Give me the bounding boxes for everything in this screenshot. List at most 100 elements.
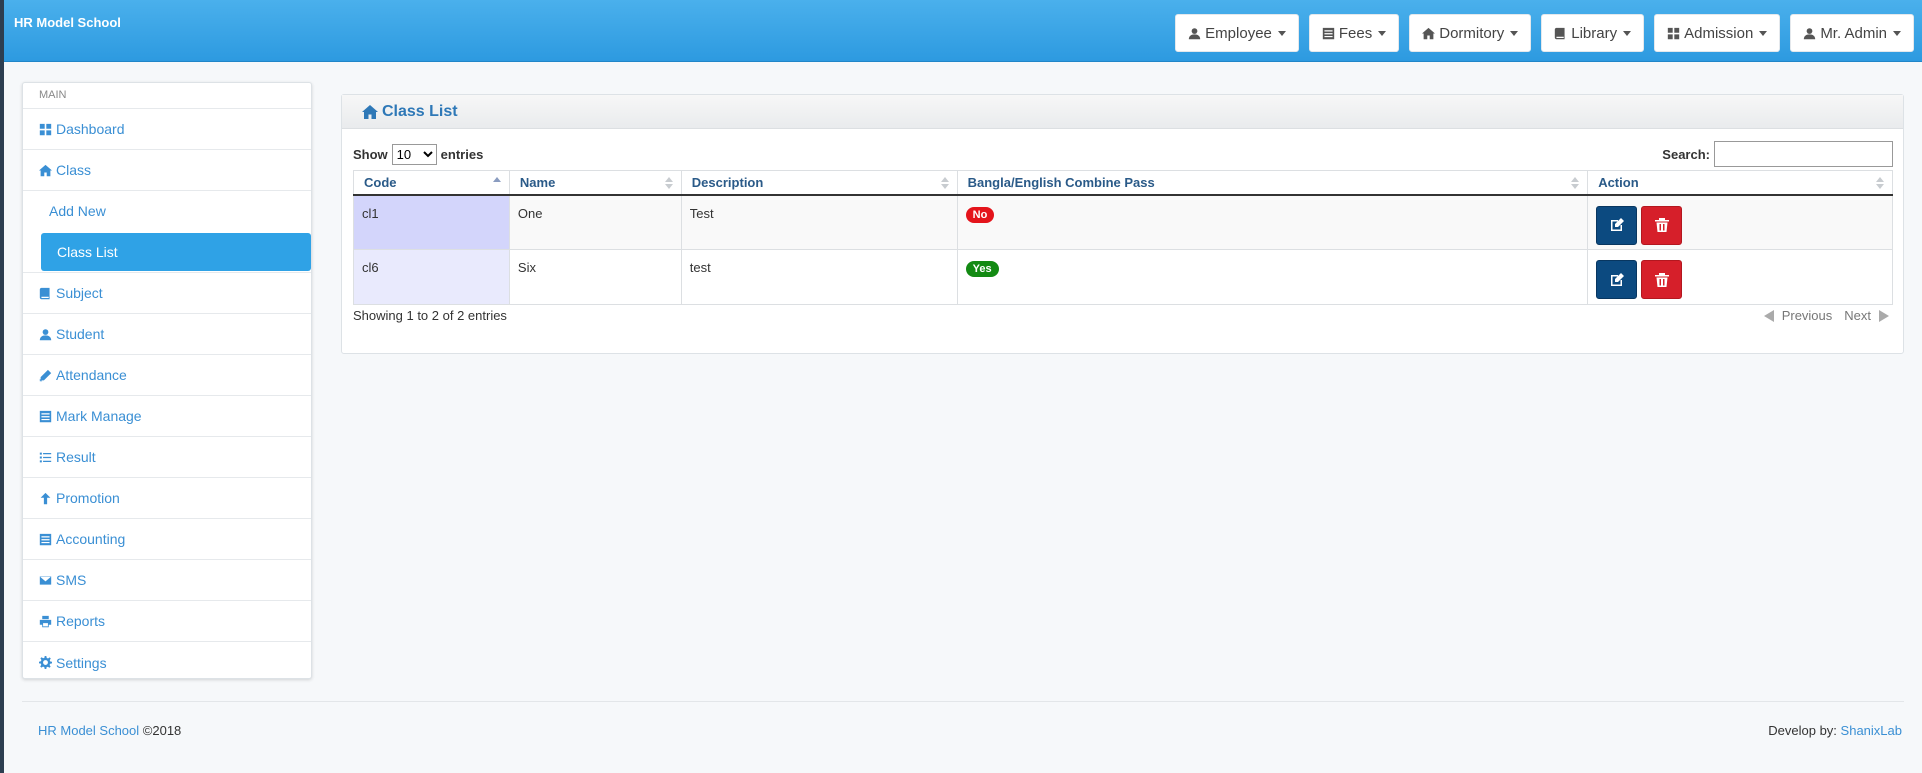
brand-title[interactable]: HR Model School	[14, 15, 121, 30]
sidebar-item-result[interactable]: Result	[23, 437, 311, 478]
trash-icon	[1654, 272, 1669, 287]
pagination: Previous Next	[1763, 308, 1889, 323]
user-icon	[39, 328, 52, 340]
search-label: Search:	[1662, 146, 1710, 162]
trash-icon	[1654, 218, 1669, 232]
nav-dormitory-label: Dormitory	[1439, 24, 1505, 42]
sidebar-item-dashboard[interactable]: Dashboard	[23, 109, 311, 150]
home-icon	[362, 104, 378, 119]
list-icon	[1322, 27, 1335, 39]
footer-develop-label: Develop by:	[1768, 723, 1837, 738]
user-icon	[1188, 27, 1201, 39]
edit-button[interactable]	[1596, 260, 1638, 299]
column-header-action[interactable]: Action	[1587, 170, 1893, 196]
footer-school-link[interactable]: HR Model School	[38, 723, 139, 738]
column-header-description[interactable]: Description	[680, 170, 958, 196]
sidebar-item-accounting[interactable]: Accounting	[23, 519, 311, 560]
next-arrow-icon	[1879, 309, 1889, 322]
nav-dormitory-button[interactable]: Dormitory	[1409, 14, 1532, 52]
nav-fees-button[interactable]: Fees	[1308, 14, 1400, 52]
gear-icon	[39, 656, 52, 669]
sidebar-item-label: Accounting	[56, 531, 126, 547]
sort-asc-icon	[492, 177, 501, 189]
table-header-row: Code Name Description Bangla/English Com…	[353, 170, 1893, 196]
column-label: Name	[519, 174, 556, 190]
sidebar-item-label: Attendance	[56, 367, 127, 383]
panel-header: Class List	[342, 95, 1903, 129]
sidebar-item-subject[interactable]: Subject	[23, 273, 311, 314]
sidebar-item-reports[interactable]: Reports	[23, 601, 311, 642]
sidebar-item-mark-manage[interactable]: Mark Manage	[23, 396, 311, 437]
user-icon	[1804, 27, 1816, 39]
previous-button[interactable]: Previous	[1782, 308, 1833, 323]
footer-divider	[22, 701, 1904, 702]
sidebar-item-attendance[interactable]: Attendance	[23, 355, 311, 396]
sidebar-item-label: Student	[56, 326, 105, 342]
cell-code: cl1	[353, 194, 510, 250]
edit-button[interactable]	[1596, 205, 1638, 245]
delete-button[interactable]	[1641, 260, 1683, 299]
table-search: Search:	[1662, 141, 1893, 167]
sidebar-item-label: SMS	[56, 572, 87, 588]
table-row: cl6 Six test Yes	[353, 249, 1893, 305]
sidebar-item-label: Subject	[56, 285, 103, 301]
sidebar-subitem-class-list[interactable]: Class List	[41, 232, 311, 271]
nav-admission-button[interactable]: Admission	[1654, 14, 1781, 52]
sidebar-item-label: Settings	[56, 654, 107, 671]
nav-employee-button[interactable]: Employee	[1175, 14, 1299, 52]
footer-year: ©2018	[142, 723, 182, 738]
entries-select[interactable]: 10	[391, 144, 437, 165]
sidebar-item-label: Result	[56, 449, 96, 465]
cell-name: Six	[508, 249, 682, 305]
sidebar-item-promotion[interactable]: Promotion	[23, 478, 311, 519]
search-input[interactable]	[1714, 141, 1893, 167]
nav-admission-label: Admission	[1684, 24, 1754, 42]
sidebar-item-label: Reports	[56, 613, 106, 629]
status-badge: No	[965, 206, 995, 223]
list-icon	[39, 533, 52, 545]
sidebar-item-class[interactable]: Class	[23, 150, 311, 191]
print-icon	[39, 615, 52, 627]
sidebar-item-label: Class	[56, 162, 92, 178]
caret-down-icon	[1893, 30, 1901, 36]
table-info: Showing 1 to 2 of 2 entries	[353, 308, 507, 323]
column-label: Bangla/English Combine Pass	[967, 174, 1155, 190]
book-icon	[39, 287, 50, 299]
sort-icon	[1571, 177, 1580, 189]
footer-developer-link[interactable]: ShanixLab	[1841, 723, 1902, 738]
window-edge	[0, 0, 4, 773]
column-header-combine-pass[interactable]: Bangla/English Combine Pass	[956, 170, 1589, 196]
column-header-code[interactable]: Code	[353, 170, 510, 196]
caret-down-icon	[1623, 30, 1632, 36]
cell-combine-pass: No	[956, 194, 1589, 250]
sidebar-item-label: Add New	[49, 203, 106, 219]
column-label: Action	[1598, 174, 1639, 190]
sidebar-item-settings[interactable]: Settings	[23, 642, 311, 683]
caret-down-icon	[1510, 30, 1519, 36]
class-list-panel: Class List Show 10 entries Search: Code …	[341, 94, 1904, 354]
footer-copyright: HR Model School ©2018	[38, 723, 181, 738]
caret-down-icon	[1759, 30, 1768, 36]
show-label: Show	[353, 147, 388, 162]
status-badge: Yes	[965, 261, 999, 277]
cell-combine-pass: Yes	[956, 249, 1589, 305]
delete-button[interactable]	[1641, 205, 1683, 245]
sidebar-item-student[interactable]: Student	[23, 314, 311, 355]
sidebar-item-sms[interactable]: SMS	[23, 560, 311, 601]
nav-user-menu-button[interactable]: Mr. Admin	[1790, 14, 1914, 52]
sidebar-subitem-class-list-wrap: Class List	[23, 231, 311, 273]
nav-user-label: Mr. Admin	[1820, 24, 1887, 42]
top-nav-buttons: Employee Fees Dormitory Library Admissio…	[1175, 14, 1914, 52]
envelope-icon	[39, 575, 52, 585]
entries-label: entries	[440, 147, 484, 162]
caret-down-icon	[1277, 30, 1286, 36]
sidebar: MAIN Dashboard Class Add New Class List …	[22, 82, 312, 679]
cell-code: cl6	[353, 249, 510, 305]
grid-icon	[1667, 27, 1680, 39]
next-button[interactable]: Next	[1844, 308, 1871, 323]
column-header-name[interactable]: Name	[508, 170, 682, 196]
nav-library-button[interactable]: Library	[1541, 14, 1645, 52]
nav-library-label: Library	[1571, 24, 1618, 42]
list-icon	[39, 410, 52, 422]
sidebar-subitem-add-new[interactable]: Add New	[23, 191, 311, 231]
